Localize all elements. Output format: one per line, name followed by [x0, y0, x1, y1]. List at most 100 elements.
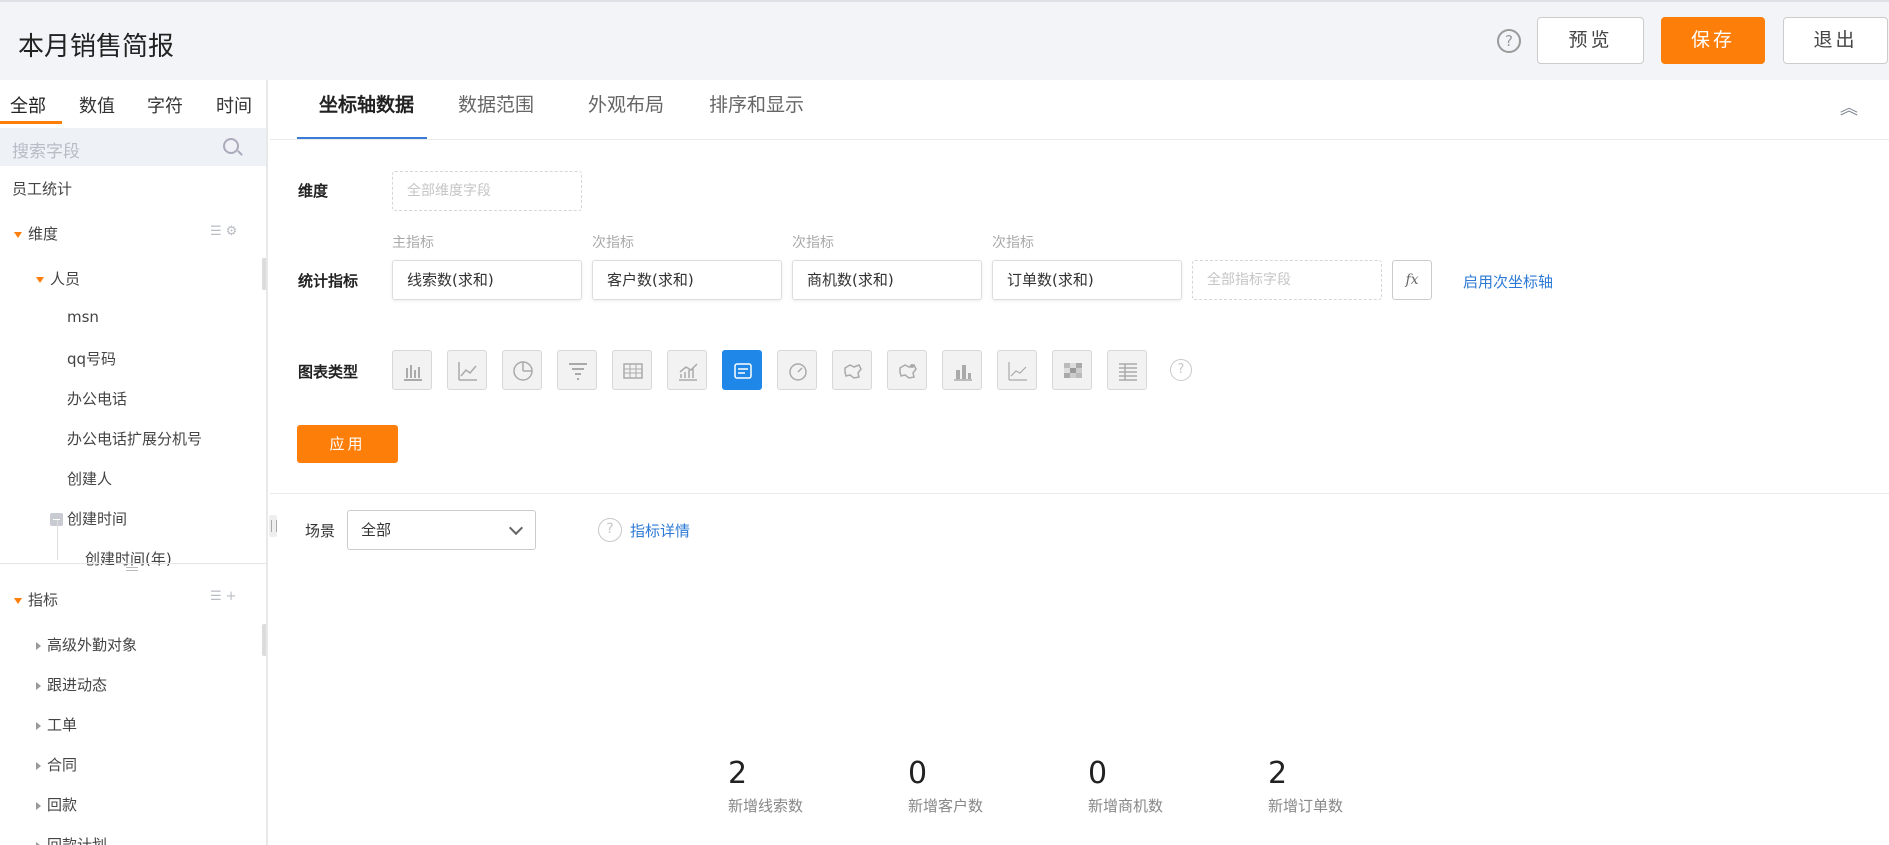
caret-right-icon: [36, 641, 41, 650]
kpi-card: 0 新增客户数: [908, 756, 983, 816]
column-chart-icon[interactable]: [942, 350, 982, 390]
formula-button[interactable]: fx: [1392, 260, 1432, 300]
field-item[interactable]: 创建时间(年): [85, 548, 172, 569]
field-search[interactable]: 搜索字段: [0, 128, 266, 166]
search-icon[interactable]: [223, 138, 239, 154]
person-group-label: 人员: [50, 270, 81, 288]
field-item[interactable]: 创建人: [67, 468, 112, 489]
kpi-label: 新增商机数: [1088, 797, 1164, 815]
measure-item[interactable]: 回款计划: [36, 834, 107, 845]
field-item[interactable]: 办公电话扩展分机号: [67, 428, 202, 449]
kpi-card-icon[interactable]: [722, 350, 762, 390]
chevron-down-icon: [508, 520, 524, 536]
gauge-chart-icon[interactable]: [777, 350, 817, 390]
person-group[interactable]: 人员: [36, 268, 80, 289]
top-header: 本月销售简报 ? 预览 保存 退出: [0, 0, 1889, 80]
metric-detail-link[interactable]: 指标详情: [630, 520, 690, 541]
detail-help-icon[interactable]: ?: [598, 518, 622, 542]
scatter-chart-icon[interactable]: [997, 350, 1037, 390]
tab-appearance[interactable]: 外观布局: [588, 90, 664, 117]
map-chart-icon[interactable]: [832, 350, 872, 390]
kpi-card: 2 新增订单数: [1268, 756, 1343, 816]
field-item[interactable]: 办公电话: [67, 388, 127, 409]
collapse-up-icon[interactable]: ︽: [1840, 94, 1858, 120]
pivot-table-icon[interactable]: [1107, 350, 1147, 390]
created-time-group[interactable]: 创建时间: [50, 508, 127, 529]
measure-item-label: 回款: [47, 796, 78, 814]
save-button[interactable]: 保存: [1661, 17, 1765, 64]
chart-type-help-icon[interactable]: ?: [1170, 359, 1192, 381]
kpi-value: 0: [908, 756, 928, 791]
caret-right-icon: [36, 681, 41, 690]
kpi-label: 新增客户数: [908, 797, 984, 815]
help-icon[interactable]: ?: [1497, 29, 1521, 53]
metric-sublabel: 主指标: [392, 235, 434, 251]
measure-item-label: 回款计划: [47, 836, 108, 845]
scene-label: 场景: [305, 522, 336, 540]
bar-chart-icon[interactable]: [392, 350, 432, 390]
metric-field-leads[interactable]: 线索数(求和): [392, 260, 582, 300]
kpi-label: 新增订单数: [1268, 797, 1344, 815]
scene-select[interactable]: 全部: [347, 510, 536, 550]
metric-field-opportunities[interactable]: 商机数(求和): [792, 260, 982, 300]
area-chart-icon[interactable]: [667, 350, 707, 390]
measure-item[interactable]: 合同: [36, 754, 77, 775]
field-item[interactable]: msn: [67, 308, 99, 326]
metric-label: 统计指标: [298, 272, 359, 290]
apply-button[interactable]: 应用: [297, 425, 398, 463]
dimension-tools[interactable]: ☰⚙: [210, 224, 241, 239]
kpi-card: 2 新增线索数: [728, 756, 803, 816]
resize-handle[interactable]: [126, 567, 138, 571]
exit-button[interactable]: 退出: [1783, 17, 1888, 64]
measure-item[interactable]: 回款: [36, 794, 77, 815]
measure-item[interactable]: 跟进动态: [36, 674, 107, 695]
table-chart-icon[interactable]: [612, 350, 652, 390]
dimension-drop-zone[interactable]: 全部维度字段: [392, 171, 582, 211]
search-input[interactable]: 搜索字段: [12, 137, 80, 162]
chart-type-label: 图表类型: [298, 363, 359, 381]
pie-chart-icon[interactable]: [502, 350, 542, 390]
sidebar-divider: [0, 563, 266, 564]
measure-group-label: 指标: [28, 591, 59, 609]
measure-tools[interactable]: ☰+: [210, 589, 241, 604]
tab-sort-display[interactable]: 排序和显示: [709, 90, 804, 117]
config-tabs: 坐标轴数据 数据范围 外观布局 排序和显示 ︽: [270, 80, 1889, 140]
tab-data-range[interactable]: 数据范围: [458, 90, 534, 117]
metric-field-customers[interactable]: 客户数(求和): [592, 260, 782, 300]
metric-drop-zone[interactable]: 全部指标字段: [1192, 260, 1382, 300]
scene-select-value: 全部: [361, 521, 392, 539]
metric-field-orders[interactable]: 订单数(求和): [992, 260, 1182, 300]
caret-down-icon: [14, 597, 22, 604]
tab-axis-data[interactable]: 坐标轴数据: [319, 90, 414, 117]
created-time-label: 创建时间: [67, 510, 128, 528]
section-divider: [270, 493, 1889, 494]
field-sidebar: 全部 数值 字符 时间 搜索字段 员工统计 维度 ☰⚙ 人员 msn qq号码 …: [0, 80, 268, 845]
kpi-value: 2: [1268, 756, 1288, 791]
tab-all[interactable]: 全部: [10, 92, 46, 118]
dimension-group-label: 维度: [28, 225, 59, 243]
scrollbar-thumb[interactable]: [262, 258, 266, 290]
tab-time[interactable]: 时间: [216, 92, 252, 118]
tab-string[interactable]: 字符: [147, 92, 183, 118]
tab-numeric[interactable]: 数值: [79, 92, 115, 118]
measure-item[interactable]: 高级外勤对象: [36, 634, 137, 655]
measure-item[interactable]: 工单: [36, 714, 77, 735]
world-map-icon[interactable]: [887, 350, 927, 390]
dataset-name: 员工统计: [12, 180, 73, 198]
line-chart-icon[interactable]: [447, 350, 487, 390]
dimension-group[interactable]: 维度: [14, 223, 58, 244]
config-panel: 坐标轴数据 数据范围 外观布局 排序和显示 ︽ 维度 全部维度字段 主指标 次指…: [270, 80, 1889, 845]
tab-active-underline: [0, 121, 62, 124]
secondary-axis-link[interactable]: 启用次坐标轴: [1463, 271, 1553, 292]
measure-item-label: 工单: [47, 716, 78, 734]
preview-button[interactable]: 预览: [1537, 17, 1644, 64]
funnel-chart-icon[interactable]: [557, 350, 597, 390]
caret-right-icon: [36, 841, 41, 845]
page-title: 本月销售简报: [18, 32, 175, 62]
caret-right-icon: [36, 761, 41, 770]
scrollbar-thumb[interactable]: [262, 624, 266, 656]
measure-group[interactable]: 指标: [14, 589, 58, 610]
field-type-tabs: 全部 数值 字符 时间: [0, 80, 266, 124]
field-item[interactable]: qq号码: [67, 348, 116, 369]
heatmap-chart-icon[interactable]: [1052, 350, 1092, 390]
